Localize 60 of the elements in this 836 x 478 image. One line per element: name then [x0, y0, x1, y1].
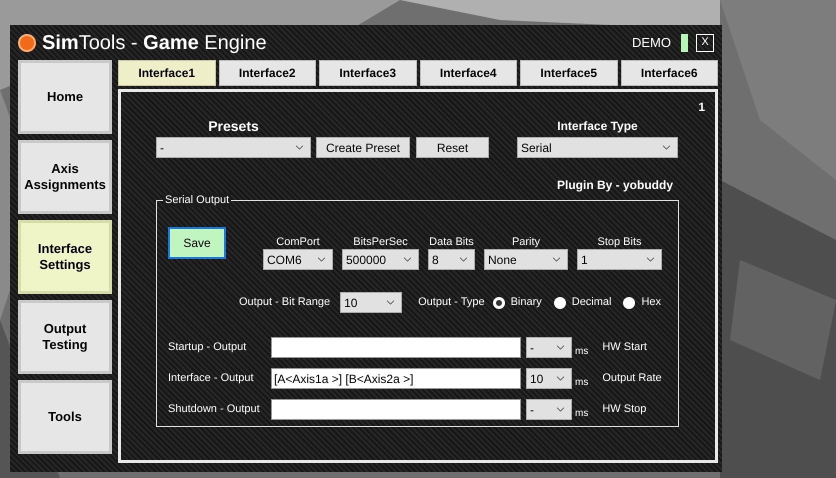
interface-type-label: Interface Type: [557, 118, 638, 135]
output-input[interactable]: [271, 399, 521, 420]
setting-dropdown[interactable]: 1: [577, 249, 662, 270]
sidebar-item[interactable]: Tools: [18, 380, 112, 454]
tab[interactable]: Interface5: [520, 60, 618, 86]
field-label: ComPort: [276, 236, 320, 249]
output-input[interactable]: [271, 337, 521, 358]
setting-dropdown[interactable]: None: [484, 249, 568, 270]
output-input[interactable]: [A<Axis1a >] [B<Axis2a >]: [271, 368, 521, 389]
bit-range-label: Output - Bit Range: [239, 295, 330, 310]
panel-number: 1: [698, 99, 705, 116]
save-button[interactable]: Save: [168, 227, 226, 259]
radio-option[interactable]: Decimal: [554, 294, 612, 311]
reset-button[interactable]: Reset: [416, 137, 489, 158]
setting-dropdown[interactable]: 8: [428, 249, 475, 270]
interval-dropdown[interactable]: 10: [526, 368, 572, 389]
radio-button[interactable]: [554, 296, 566, 308]
setting-dropdown[interactable]: COM6: [263, 249, 333, 270]
create-preset-button[interactable]: Create Preset: [316, 137, 410, 158]
radio-button[interactable]: [492, 296, 505, 308]
unit-label: ms: [575, 345, 588, 359]
output-note: HW Stop: [602, 402, 646, 418]
close-button[interactable]: X: [696, 34, 714, 52]
field-label: BitsPerSec: [353, 236, 408, 249]
field-label: Parity: [512, 236, 540, 249]
output-note: Output Rate: [602, 371, 662, 386]
group-title: Serial Output: [163, 193, 232, 207]
sidebar-item[interactable]: Axis Assignments: [18, 140, 112, 214]
radio-option[interactable]: Binary: [492, 294, 542, 311]
status-indicator: [681, 34, 688, 52]
bit-range-dropdown[interactable]: 10: [340, 292, 402, 313]
radio-button[interactable]: [623, 296, 636, 308]
field-label: Data Bits: [429, 236, 474, 249]
interval-dropdown[interactable]: -: [526, 337, 572, 358]
mode-label: DEMO: [632, 34, 671, 52]
tab[interactable]: Interface1: [118, 60, 216, 86]
radio-option[interactable]: Hex: [623, 294, 662, 311]
tab[interactable]: Interface4: [420, 60, 517, 86]
app-logo-icon: [18, 34, 36, 52]
sidebar-item[interactable]: Interface Settings: [18, 220, 112, 294]
output-label: Shutdown - Output: [168, 402, 261, 418]
tab[interactable]: Interface6: [620, 60, 718, 86]
output-label: Interface - Output: [168, 371, 255, 386]
plugin-credit: Plugin By - yobuddy: [557, 177, 673, 194]
sidebar-item[interactable]: Home: [18, 60, 112, 134]
window-title: SimTools - Game Engine: [42, 30, 267, 56]
unit-label: ms: [575, 407, 588, 421]
presets-label: Presets: [208, 117, 259, 136]
interval-dropdown[interactable]: -: [526, 399, 572, 420]
sidebar-item[interactable]: Output Testing: [18, 300, 112, 374]
tab[interactable]: Interface2: [218, 60, 316, 86]
unit-label: ms: [575, 376, 588, 390]
output-note: HW Start: [602, 340, 647, 356]
output-type-label: Output - Type: [418, 295, 485, 310]
output-label: Startup - Output: [168, 340, 248, 356]
tab[interactable]: Interface3: [319, 60, 416, 86]
field-label: Stop Bits: [597, 236, 642, 249]
interface-type-dropdown[interactable]: Serial: [517, 137, 678, 158]
presets-dropdown[interactable]: -: [156, 137, 311, 158]
setting-dropdown[interactable]: 500000: [342, 249, 419, 270]
